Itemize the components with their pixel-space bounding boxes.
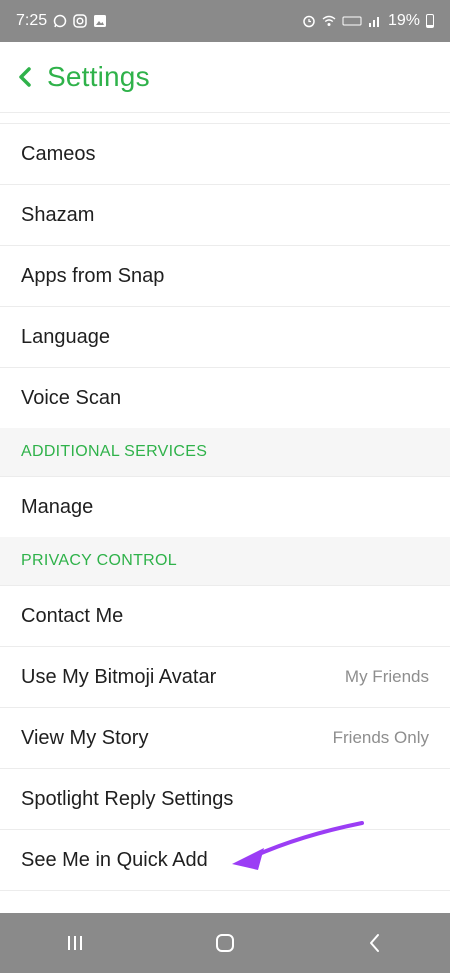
- setting-label: Spotlight Reply Settings: [21, 787, 234, 810]
- section-header-privacy-control: PRIVACY CONTROL: [0, 537, 450, 585]
- setting-label: Manage: [21, 495, 94, 518]
- status-bar: 7:25 19%: [0, 0, 450, 42]
- setting-see-me-in-quick-add[interactable]: See Me in Quick Add: [0, 829, 450, 890]
- header: Settings: [0, 42, 450, 112]
- wifi-icon: [322, 14, 336, 28]
- gallery-icon: [93, 14, 107, 28]
- setting-spotlight-reply-settings[interactable]: Spotlight Reply Settings: [0, 768, 450, 829]
- setting-use-my-bitmoji-avatar[interactable]: Use My Bitmoji Avatar My Friends: [0, 646, 450, 707]
- setting-language[interactable]: Language: [0, 306, 450, 367]
- battery-icon: [426, 14, 434, 28]
- page-title: Settings: [47, 61, 150, 92]
- setting-label: Cameos: [21, 142, 96, 165]
- home-icon: [216, 934, 234, 952]
- setting-shazam[interactable]: Shazam: [0, 184, 450, 245]
- back-button[interactable]: [0, 42, 34, 112]
- recent-apps-icon: [68, 936, 82, 950]
- alarm-icon: [302, 14, 316, 28]
- setting-label: Contact Me: [21, 604, 124, 627]
- setting-label: Use My Bitmoji Avatar: [21, 665, 217, 688]
- setting-apps-from-snap[interactable]: Apps from Snap: [0, 245, 450, 306]
- setting-value: My Friends: [344, 667, 429, 686]
- setting-voice-scan[interactable]: Voice Scan: [0, 367, 450, 428]
- setting-manage[interactable]: Manage: [0, 476, 450, 537]
- setting-label: View My Story: [21, 726, 149, 749]
- setting-cameos[interactable]: Cameos: [0, 123, 450, 184]
- navigation-bar: [0, 913, 450, 973]
- setting-label: Apps from Snap: [21, 264, 165, 287]
- setting-label: Voice Scan: [21, 386, 122, 409]
- signal-icon: [368, 14, 382, 28]
- volte-icon: [342, 14, 362, 28]
- setting-value: Friends Only: [332, 728, 429, 747]
- list-divider: [0, 112, 450, 123]
- home-button[interactable]: [195, 913, 255, 973]
- whatsapp-icon: [53, 14, 67, 28]
- setting-label: Language: [21, 325, 110, 348]
- back-nav-button[interactable]: [345, 913, 405, 973]
- chevron-left-icon: [19, 67, 31, 87]
- setting-contact-me[interactable]: Contact Me: [0, 585, 450, 646]
- back-icon: [370, 934, 379, 952]
- recent-apps-button[interactable]: [45, 913, 105, 973]
- setting-view-my-story[interactable]: View My Story Friends Only: [0, 707, 450, 768]
- status-time: 7:25: [16, 12, 48, 29]
- instagram-icon: [73, 14, 87, 28]
- section-header-additional-services: ADDITIONAL SERVICES: [0, 428, 450, 476]
- settings-list: Cameos Shazam Apps from Snap Language Vo…: [0, 112, 450, 920]
- setting-label: Shazam: [21, 203, 95, 226]
- setting-label: See Me in Quick Add: [21, 848, 208, 871]
- pointer-arrow-icon: [232, 821, 364, 870]
- battery-percent: 19%: [387, 12, 420, 29]
